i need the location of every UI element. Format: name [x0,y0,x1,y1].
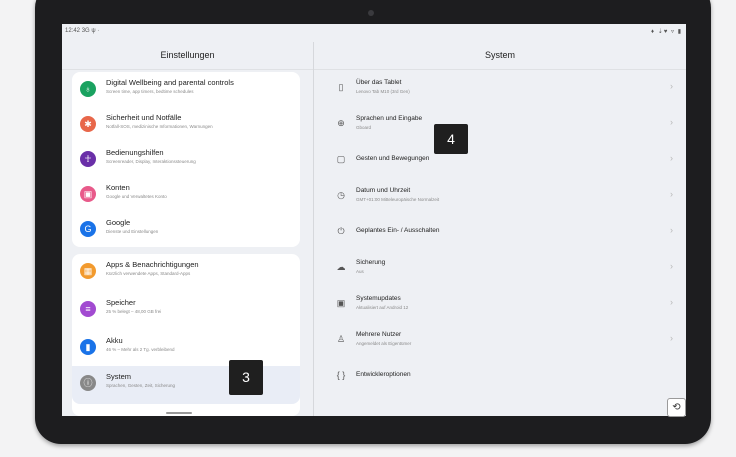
item-label: Datum und Uhrzeit [356,187,411,194]
settings-item-battery[interactable]: ▮ Akku 46 % – Mehr als 2 Tg. verbleibend [72,330,300,365]
camera [368,10,374,16]
page-title: Einstellungen [160,50,215,60]
rotate-screen-button[interactable]: ⟲ [667,398,686,417]
settings-item-storage[interactable]: ≡ Speicher 25 % belegt – 48,00 GB frei [72,292,300,327]
settings-item-emergency[interactable]: ✱ Sicherheit und Notfälle Notfall-SOS, m… [72,107,300,142]
backup-icon: ☁ [336,262,346,272]
settings-group-2: ▦ Apps & Benachrichtigungen Kürzlich ver… [72,254,300,416]
item-subtitle: Lenovo Tab M10 (3rd Gen) [356,89,410,94]
emergency-icon: ✱ [80,116,96,132]
detail-title: System [484,50,515,60]
chevron-right-icon: › [670,297,673,307]
item-label: Über das Tablet [356,79,402,86]
item-label: Sicherung [356,259,386,266]
item-subtitle: Angemeldet als Eigentümer [356,341,412,346]
status-bar: 12:42 3G ψ · ♦ ⇣♥ ▿ ▮ [62,24,686,41]
clock-icon: ◷ [337,190,345,200]
storage-icon: ≡ [80,301,96,317]
system-item-system-updates[interactable]: ▣ Systemupdates Aktualisiert auf Android… [314,286,686,321]
power-icon: ⏻ [337,226,345,236]
item-label: Systemupdates [356,295,401,302]
item-subtitle: Dienste und Einstellungen [106,229,159,234]
system-item-date-time[interactable]: ◷ Datum und Uhrzeit GMT+01:00 Mitteleuro… [314,178,686,213]
settings-item-apps[interactable]: ▦ Apps & Benachrichtigungen Kürzlich ver… [72,254,300,289]
settings-item-accessibility[interactable]: ☥ Bedienungshilfen Screenreader, Display… [72,142,300,177]
item-label: Gesten und Bewegungen [356,155,430,162]
developer-icon: { } [336,370,346,380]
system-icon: ⓘ [80,375,96,391]
chevron-right-icon: › [670,153,673,163]
item-label: Speicher [106,298,136,307]
item-label: Akku [106,336,123,345]
scroll-indicator [166,412,192,414]
chevron-right-icon: › [670,81,673,91]
system-item-backup[interactable]: ☁ Sicherung Aus › [314,250,686,285]
apps-icon: ▦ [80,263,96,279]
item-subtitle: Gboard [356,125,372,130]
screen: 12:42 3G ψ · ♦ ⇣♥ ▿ ▮ Einstellungen Syst… [62,24,686,416]
chevron-right-icon: › [670,189,673,199]
item-label: Konten [106,183,130,192]
chevron-right-icon: › [670,333,673,343]
wellbeing-icon: ♁ [80,81,96,97]
item-label: Sprachen und Eingabe [356,115,423,122]
accessibility-icon: ☥ [80,151,96,167]
item-label: Bedienungshilfen [106,148,164,157]
item-label: Google [106,218,131,227]
tablet-icon: ▯ [338,82,344,92]
item-subtitle: 25 % belegt – 48,00 GB frei [106,309,162,314]
settings-item-google[interactable]: G Google Dienste und Einstellungen [72,212,300,247]
system-item-about-tablet[interactable]: ▯ Über das Tablet Lenovo Tab M10 (3rd Ge… [314,70,686,105]
status-icons: ♦ ⇣♥ ▿ ▮ [651,29,682,35]
globe-icon: ⊕ [337,118,345,128]
users-icon: ♙ [336,334,346,344]
item-subtitle: GMT+01:00 Mitteleuropäische Normalzeit [356,197,440,202]
item-subtitle: Notfall-SOS, medizinische Informationen,… [106,124,213,129]
item-label: Mehrere Nutzer [356,331,402,338]
gesture-icon: ▢ [336,154,346,164]
item-label: Sicherheit und Notfälle [106,113,182,122]
item-subtitle: Screenreader, Display, Interaktionssteue… [106,159,196,164]
chevron-right-icon: › [670,225,673,235]
item-subtitle: Kürzlich verwendete Apps, Standard-Apps [106,271,191,276]
item-subtitle: Screen time, app timers, bedtime schedul… [106,89,194,94]
item-label: Geplantes Ein- / Ausschalten [356,227,440,234]
system-item-scheduled-power[interactable]: ⏻ Geplantes Ein- / Ausschalten › [314,214,686,249]
status-time: 12:42 3G ψ · [65,28,100,34]
item-subtitle: Google und Verwaltetes Konto [106,194,167,199]
system-item-languages[interactable]: ⊕ Sprachen und Eingabe Gboard › [314,106,686,141]
system-item-multiple-users[interactable]: ♙ Mehrere Nutzer Angemeldet als Eigentüm… [314,322,686,357]
item-subtitle: Aus [356,269,364,274]
annotation-badge-4: 4 [434,124,468,154]
system-item-developer-options[interactable]: { } Entwickleroptionen [314,358,686,393]
chevron-right-icon: › [670,117,673,127]
settings-item-system[interactable]: ⓘ System Sprachen, Gesten, Zeit, Sicheru… [72,366,300,404]
settings-item-accounts[interactable]: ▣ Konten Google und Verwaltetes Konto [72,177,300,212]
item-subtitle: 46 % – Mehr als 2 Tg. verbleibend [106,347,175,352]
item-label: Digital Wellbeing and parental controls [106,78,234,87]
system-settings-list: ▯ Über das Tablet Lenovo Tab M10 (3rd Ge… [314,70,686,416]
annotation-badge-3: 3 [229,360,263,395]
settings-group-1: ♁ Digital Wellbeing and parental control… [72,72,300,247]
item-label: System [106,372,132,381]
settings-item-wellbeing[interactable]: ♁ Digital Wellbeing and parental control… [72,72,300,107]
battery-icon: ▮ [80,339,96,355]
system-item-gestures[interactable]: ▢ Gesten und Bewegungen › [314,142,686,177]
update-icon: ▣ [336,298,346,308]
item-subtitle: Sprachen, Gesten, Zeit, Sicherung [106,383,176,388]
item-subtitle: Aktualisiert auf Android 12 [356,305,409,310]
chevron-right-icon: › [670,261,673,271]
item-label: Apps & Benachrichtigungen [106,260,199,269]
item-label: Entwickleroptionen [356,371,411,378]
google-icon: G [80,221,96,237]
accounts-icon: ▣ [80,186,96,202]
